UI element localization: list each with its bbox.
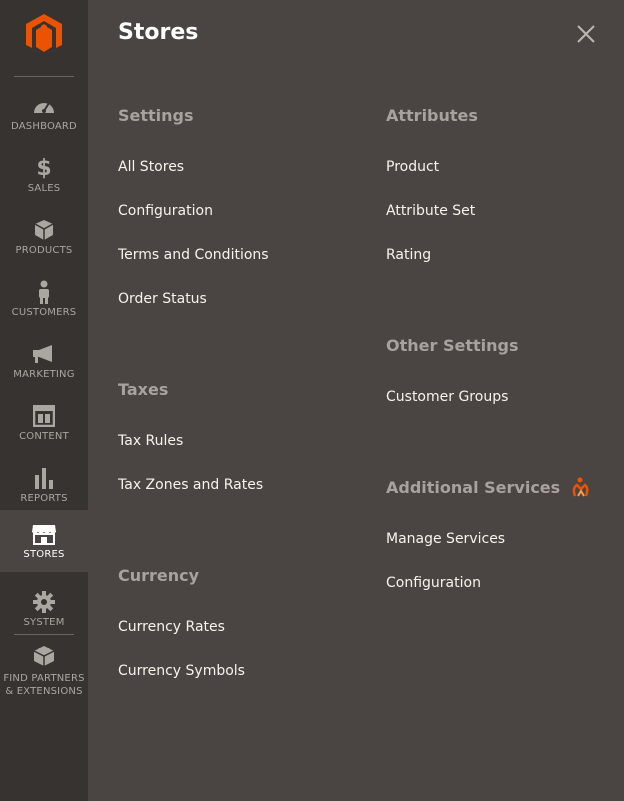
nav-label: Dashboard xyxy=(11,121,77,132)
gear-icon xyxy=(31,590,57,614)
link-attribute-set[interactable]: Attribute Set xyxy=(386,203,475,219)
section-heading-attributes: Attributes xyxy=(386,106,478,125)
partners-box-icon xyxy=(31,644,57,668)
admin-sidebar: Dashboard $ Sales Products Customers Mar… xyxy=(0,0,88,801)
link-currency-symbols[interactable]: Currency Symbols xyxy=(118,663,245,679)
nav-item-products[interactable]: Products xyxy=(0,210,88,272)
nav-item-find-partners[interactable]: Find Partners & Extensions xyxy=(0,642,88,702)
nav-label: Sales xyxy=(27,183,61,194)
nav-label: Marketing xyxy=(13,369,75,380)
nav-label: Stores xyxy=(23,549,65,560)
nav-label: Content xyxy=(19,431,69,442)
bar-chart-icon xyxy=(31,466,57,490)
nav-item-customers[interactable]: Customers xyxy=(0,272,88,334)
link-product[interactable]: Product xyxy=(386,159,439,175)
sidebar-divider xyxy=(14,634,74,635)
megaphone-icon xyxy=(31,342,57,366)
nav-label: Reports xyxy=(20,493,68,504)
link-rating[interactable]: Rating xyxy=(386,247,431,263)
section-heading-additional-services: Additional Services xyxy=(386,478,561,497)
stores-flyout-panel: Stores Settings All Stores Configuration… xyxy=(88,0,624,801)
sidebar-divider xyxy=(14,76,74,77)
link-services-configuration[interactable]: Configuration xyxy=(386,575,481,591)
nav-label: Find Partners & Extensions xyxy=(3,673,85,697)
section-heading-taxes: Taxes xyxy=(118,380,169,399)
link-all-stores[interactable]: All Stores xyxy=(118,159,184,175)
dollar-icon: $ xyxy=(36,155,52,181)
link-tax-zones-and-rates[interactable]: Tax Zones and Rates xyxy=(118,477,263,493)
nav-item-content[interactable]: Content xyxy=(0,396,88,458)
section-heading-other-settings: Other Settings xyxy=(386,336,519,355)
nav-label: Customers xyxy=(11,307,77,318)
nav-item-stores[interactable]: Stores xyxy=(0,510,88,572)
link-configuration[interactable]: Configuration xyxy=(118,203,213,219)
nav-label: Products xyxy=(15,245,73,256)
link-currency-rates[interactable]: Currency Rates xyxy=(118,619,225,635)
page-title: Stores xyxy=(118,20,199,45)
magento-logo-icon[interactable] xyxy=(26,14,62,54)
box-icon xyxy=(31,218,57,242)
link-order-status[interactable]: Order Status xyxy=(118,291,207,307)
nav-label: System xyxy=(23,617,65,628)
section-heading-settings: Settings xyxy=(118,106,194,125)
services-badge-icon xyxy=(571,476,591,498)
section-heading-currency: Currency xyxy=(118,566,200,585)
link-manage-services[interactable]: Manage Services xyxy=(386,531,505,547)
link-customer-groups[interactable]: Customer Groups xyxy=(386,389,508,405)
link-tax-rules[interactable]: Tax Rules xyxy=(118,433,183,449)
nav-item-marketing[interactable]: Marketing xyxy=(0,334,88,396)
storefront-icon xyxy=(31,522,57,546)
person-icon xyxy=(31,280,57,304)
dashboard-icon xyxy=(31,94,57,118)
link-terms-and-conditions[interactable]: Terms and Conditions xyxy=(118,247,269,263)
close-icon[interactable] xyxy=(574,22,598,46)
layout-icon xyxy=(31,404,57,428)
nav-item-dashboard[interactable]: Dashboard xyxy=(0,86,88,148)
nav-item-sales[interactable]: $ Sales xyxy=(0,148,88,210)
